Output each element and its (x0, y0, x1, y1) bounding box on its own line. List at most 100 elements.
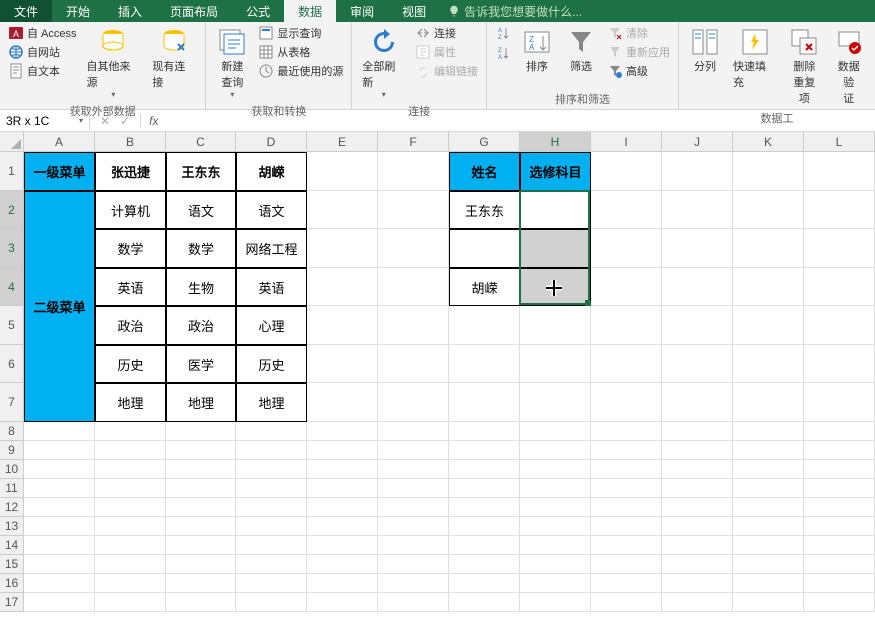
cell-I14[interactable] (591, 536, 662, 555)
cell-D4[interactable]: 英语 (236, 268, 307, 306)
cell-J5[interactable] (662, 306, 733, 345)
row-header-10[interactable]: 10 (0, 460, 24, 479)
cell-I13[interactable] (591, 517, 662, 536)
cell-L4[interactable] (804, 268, 875, 306)
cell-H15[interactable] (520, 555, 591, 574)
enter-icon[interactable]: ✓ (120, 114, 130, 128)
cell-K7[interactable] (733, 383, 804, 422)
cell-D15[interactable] (236, 555, 307, 574)
cell-L14[interactable] (804, 536, 875, 555)
cell-B1[interactable]: 张迅捷 (95, 152, 166, 191)
cell-F1[interactable] (378, 152, 449, 191)
cell-L3[interactable] (804, 229, 875, 268)
cell-D10[interactable] (236, 460, 307, 479)
row-header-14[interactable]: 14 (0, 536, 24, 555)
cell-I16[interactable] (591, 574, 662, 593)
row-header-5[interactable]: 5 (0, 306, 24, 345)
cell-H1[interactable]: 选修科目 (520, 152, 591, 191)
sort-button[interactable]: ZA 排序 (517, 24, 557, 76)
cell-K6[interactable] (733, 345, 804, 383)
cell-H8[interactable] (520, 422, 591, 441)
cell-C16[interactable] (166, 574, 236, 593)
cell-F8[interactable] (378, 422, 449, 441)
cell-K13[interactable] (733, 517, 804, 536)
cell-F4[interactable] (378, 268, 449, 306)
cell-D9[interactable] (236, 441, 307, 460)
cell-K8[interactable] (733, 422, 804, 441)
cell-B8[interactable] (95, 422, 166, 441)
cell-C12[interactable] (166, 498, 236, 517)
cell-E15[interactable] (307, 555, 378, 574)
from-text-button[interactable]: 自文本 (6, 62, 79, 80)
cell-H17[interactable] (520, 593, 591, 612)
cell-I6[interactable] (591, 345, 662, 383)
cell-F7[interactable] (378, 383, 449, 422)
cell-D11[interactable] (236, 479, 307, 498)
row-header-1[interactable]: 1 (0, 152, 24, 191)
filter-button[interactable]: 筛选 (561, 24, 601, 76)
cell-F10[interactable] (378, 460, 449, 479)
cell-E4[interactable] (307, 268, 378, 306)
cell-E11[interactable] (307, 479, 378, 498)
cell-A17[interactable] (24, 593, 95, 612)
cell-D7[interactable]: 地理 (236, 383, 307, 422)
cell-A13[interactable] (24, 517, 95, 536)
cell-E10[interactable] (307, 460, 378, 479)
cell-C1[interactable]: 王东东 (166, 152, 236, 191)
tell-me-search[interactable]: 告诉我您想要做什么... (440, 0, 582, 22)
cell-J9[interactable] (662, 441, 733, 460)
row-header-11[interactable]: 11 (0, 479, 24, 498)
refresh-all-button[interactable]: 全部刷新▾ (358, 24, 409, 101)
cell-A9[interactable] (24, 441, 95, 460)
cell-L15[interactable] (804, 555, 875, 574)
properties-button[interactable]: 属性 (413, 43, 480, 61)
flash-fill-button[interactable]: 快速填充 (729, 24, 780, 92)
cell-G15[interactable] (449, 555, 520, 574)
cell-L2[interactable] (804, 191, 875, 229)
cell-B2[interactable]: 计算机 (95, 191, 166, 229)
cell-C5[interactable]: 政治 (166, 306, 236, 345)
cell-B15[interactable] (95, 555, 166, 574)
cell-L6[interactable] (804, 345, 875, 383)
cell-I8[interactable] (591, 422, 662, 441)
cell-B4[interactable]: 英语 (95, 268, 166, 306)
row-header-16[interactable]: 16 (0, 574, 24, 593)
cell-K16[interactable] (733, 574, 804, 593)
cell-L16[interactable] (804, 574, 875, 593)
cell-B10[interactable] (95, 460, 166, 479)
fx-label[interactable]: fx (141, 114, 166, 128)
sort-desc-button[interactable]: ZA (493, 44, 513, 62)
cell-A1[interactable]: 一级菜单 (24, 152, 95, 191)
cancel-icon[interactable]: ✕ (100, 114, 110, 128)
cell-H12[interactable] (520, 498, 591, 517)
cell-A16[interactable] (24, 574, 95, 593)
tab-file[interactable]: 文件 (0, 0, 52, 22)
cell-I17[interactable] (591, 593, 662, 612)
col-header-J[interactable]: J (662, 132, 733, 152)
cell-H16[interactable] (520, 574, 591, 593)
cell-K15[interactable] (733, 555, 804, 574)
cell-I1[interactable] (591, 152, 662, 191)
cell-F12[interactable] (378, 498, 449, 517)
cell-I15[interactable] (591, 555, 662, 574)
row-header-13[interactable]: 13 (0, 517, 24, 536)
cell-B17[interactable] (95, 593, 166, 612)
cell-G8[interactable] (449, 422, 520, 441)
cell-G17[interactable] (449, 593, 520, 612)
cell-J6[interactable] (662, 345, 733, 383)
cell-J13[interactable] (662, 517, 733, 536)
cell-A14[interactable] (24, 536, 95, 555)
cell-G3[interactable] (449, 229, 520, 268)
cell-C15[interactable] (166, 555, 236, 574)
cell-L17[interactable] (804, 593, 875, 612)
col-header-G[interactable]: G (449, 132, 520, 152)
cell-F5[interactable] (378, 306, 449, 345)
cell-H3[interactable] (520, 229, 591, 268)
cell-H11[interactable] (520, 479, 591, 498)
row-header-12[interactable]: 12 (0, 498, 24, 517)
cell-B5[interactable]: 政治 (95, 306, 166, 345)
cell-A10[interactable] (24, 460, 95, 479)
cell-J2[interactable] (662, 191, 733, 229)
cell-C10[interactable] (166, 460, 236, 479)
cell-G14[interactable] (449, 536, 520, 555)
